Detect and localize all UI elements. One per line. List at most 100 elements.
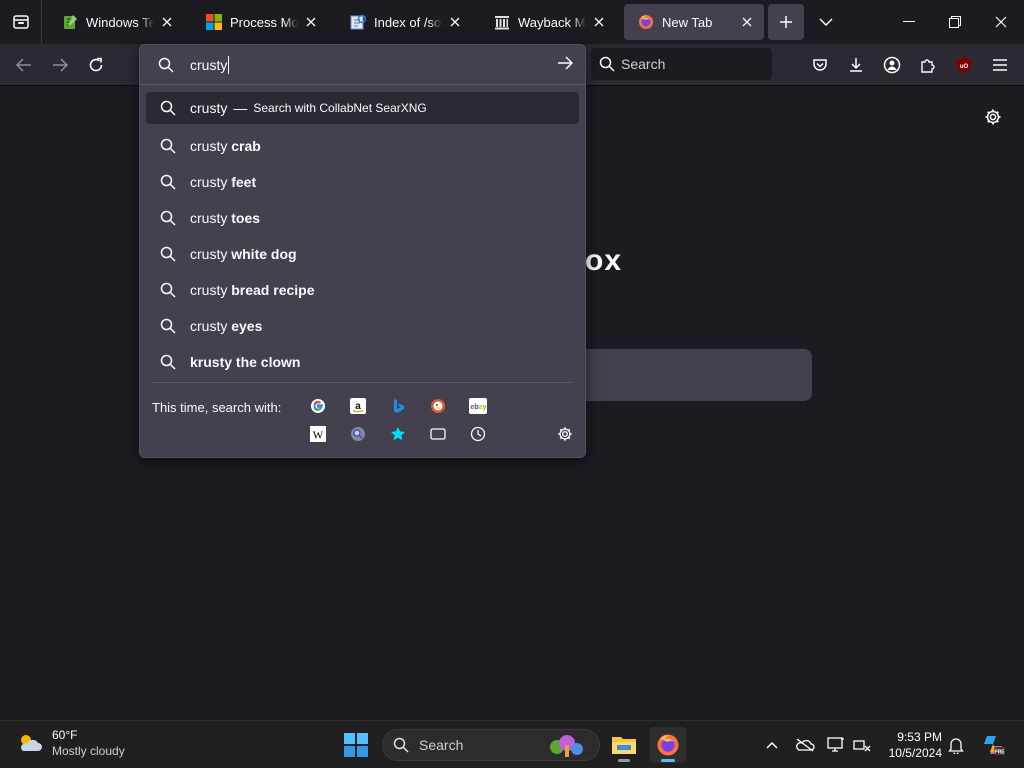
monitor-icon — [827, 737, 844, 752]
typed-text: crusty — [190, 57, 228, 73]
gear-icon — [985, 109, 1001, 125]
firefox-view-button[interactable] — [0, 0, 42, 44]
searxng-engine-button[interactable] — [347, 423, 369, 445]
svg-text:PRE: PRE — [994, 750, 1005, 756]
search-settings-button[interactable] — [554, 423, 576, 445]
firefox-icon — [638, 14, 654, 30]
list-item[interactable]: crusty toes — [146, 200, 579, 236]
forward-button[interactable] — [44, 49, 76, 81]
history-engine-button[interactable] — [467, 423, 489, 445]
downloads-button[interactable] — [840, 49, 872, 81]
tab-process-monitor[interactable]: Process Monitor — [192, 4, 328, 40]
search-icon — [160, 246, 176, 262]
firefox-taskbar-button[interactable] — [650, 727, 686, 763]
arrow-right-icon — [53, 58, 68, 72]
close-window-button[interactable] — [978, 0, 1024, 44]
tab-title: Index of /software — [374, 14, 442, 30]
pocket-button[interactable] — [804, 49, 836, 81]
svg-text:ebay: ebay — [471, 404, 487, 411]
star-icon — [391, 427, 405, 441]
extensions-button[interactable] — [912, 49, 944, 81]
search-icon — [158, 57, 174, 73]
restore-button[interactable] — [932, 0, 978, 44]
list-all-tabs-button[interactable] — [810, 4, 842, 40]
tab-title: New Tab — [662, 14, 713, 30]
search-icon — [160, 282, 176, 298]
weather-widget[interactable]: 60°F Mostly cloudy — [16, 727, 125, 759]
close-icon[interactable] — [446, 13, 464, 31]
list-item[interactable]: crusty feet — [146, 164, 579, 200]
wikipedia-engine-button[interactable]: W — [307, 423, 329, 445]
account-button[interactable] — [876, 49, 908, 81]
tab-wayback-machine[interactable]: Wayback Machine — [480, 4, 616, 40]
oneoff-label: This time, search with: — [152, 400, 282, 415]
notifications-button[interactable] — [946, 735, 966, 755]
active-indicator — [661, 759, 675, 762]
taskbar-search-box[interactable]: Search — [382, 729, 600, 761]
network-disconnected-icon — [853, 740, 871, 752]
close-icon[interactable] — [590, 13, 608, 31]
tabs-engine-button[interactable] — [427, 423, 449, 445]
go-button[interactable] — [557, 56, 573, 70]
suggestion-base: crusty — [190, 174, 228, 190]
gear-icon — [558, 427, 572, 441]
suggestion-base: crusty — [190, 318, 228, 334]
tab-index-of-software[interactable]: Index of /software — [336, 4, 472, 40]
search-icon — [393, 737, 409, 753]
download-icon — [850, 58, 862, 72]
ebay-engine-button[interactable]: ebay — [467, 395, 489, 417]
list-item[interactable]: crusty bread recipe — [146, 272, 579, 308]
toolbar-search-field[interactable]: Search — [591, 48, 772, 80]
page-search-box[interactable] — [585, 349, 812, 401]
firefox-wordmark: ox — [585, 244, 623, 277]
back-button[interactable] — [8, 49, 40, 81]
svg-text:W: W — [313, 430, 324, 442]
ublock-origin-button[interactable]: uO — [948, 49, 980, 81]
show-hidden-icons-button[interactable] — [762, 735, 782, 755]
minimize-icon — [903, 21, 915, 22]
svg-text:uO: uO — [960, 64, 969, 70]
heuristic-query: crusty — [190, 100, 228, 116]
copilot-button[interactable]: PRE — [980, 731, 1006, 759]
divider — [152, 382, 573, 383]
app-menu-button[interactable] — [984, 49, 1016, 81]
pocket-icon — [813, 59, 827, 71]
heuristic-result[interactable]: crusty — Search with CollabNet SearXNG — [146, 92, 579, 124]
display-tray-icon[interactable] — [826, 735, 846, 755]
firefox-view-icon — [12, 15, 29, 29]
suggestion-completion: toes — [231, 210, 261, 226]
list-item[interactable]: crusty white dog — [146, 236, 579, 272]
google-engine-button[interactable] — [307, 395, 329, 417]
reload-icon — [89, 57, 103, 72]
start-button[interactable] — [340, 729, 372, 761]
reload-button[interactable] — [80, 49, 112, 81]
tab-windows-text-editor[interactable]: Windows Text Editor — [48, 4, 184, 40]
personalize-new-tab-button[interactable] — [980, 104, 1006, 130]
close-icon[interactable] — [738, 13, 756, 31]
system-clock[interactable]: 9:53 PM 10/5/2024 — [880, 729, 942, 761]
puzzle-icon — [921, 59, 935, 73]
close-icon[interactable] — [302, 13, 320, 31]
suggestion-completion: bread recipe — [231, 282, 315, 298]
tab-new-tab[interactable]: New Tab — [624, 4, 764, 40]
duckduckgo-engine-button[interactable] — [427, 395, 449, 417]
search-icon — [160, 318, 176, 334]
onedrive-tray-icon[interactable] — [795, 735, 815, 755]
tab-title: Windows Text Editor — [86, 14, 154, 30]
urlbar-input-row[interactable]: crusty — [140, 45, 585, 85]
tab-title: Wayback Machine — [518, 14, 586, 30]
list-item[interactable]: crusty crab — [146, 128, 579, 164]
file-explorer-taskbar-button[interactable] — [606, 727, 642, 763]
new-tab-button[interactable] — [768, 4, 804, 40]
list-item[interactable]: krusty the clown — [146, 344, 579, 380]
urlbar-input[interactable]: crusty — [190, 54, 230, 76]
minimize-button[interactable] — [886, 0, 932, 44]
bing-engine-button[interactable] — [387, 395, 409, 417]
network-tray-icon[interactable] — [852, 735, 872, 755]
bookmarks-engine-button[interactable] — [387, 423, 409, 445]
close-icon[interactable] — [158, 13, 176, 31]
windows-logo-icon — [206, 14, 222, 30]
clock-time: 9:53 PM — [897, 730, 942, 744]
list-item[interactable]: crusty eyes — [146, 308, 579, 344]
amazon-engine-button[interactable]: a — [347, 395, 369, 417]
